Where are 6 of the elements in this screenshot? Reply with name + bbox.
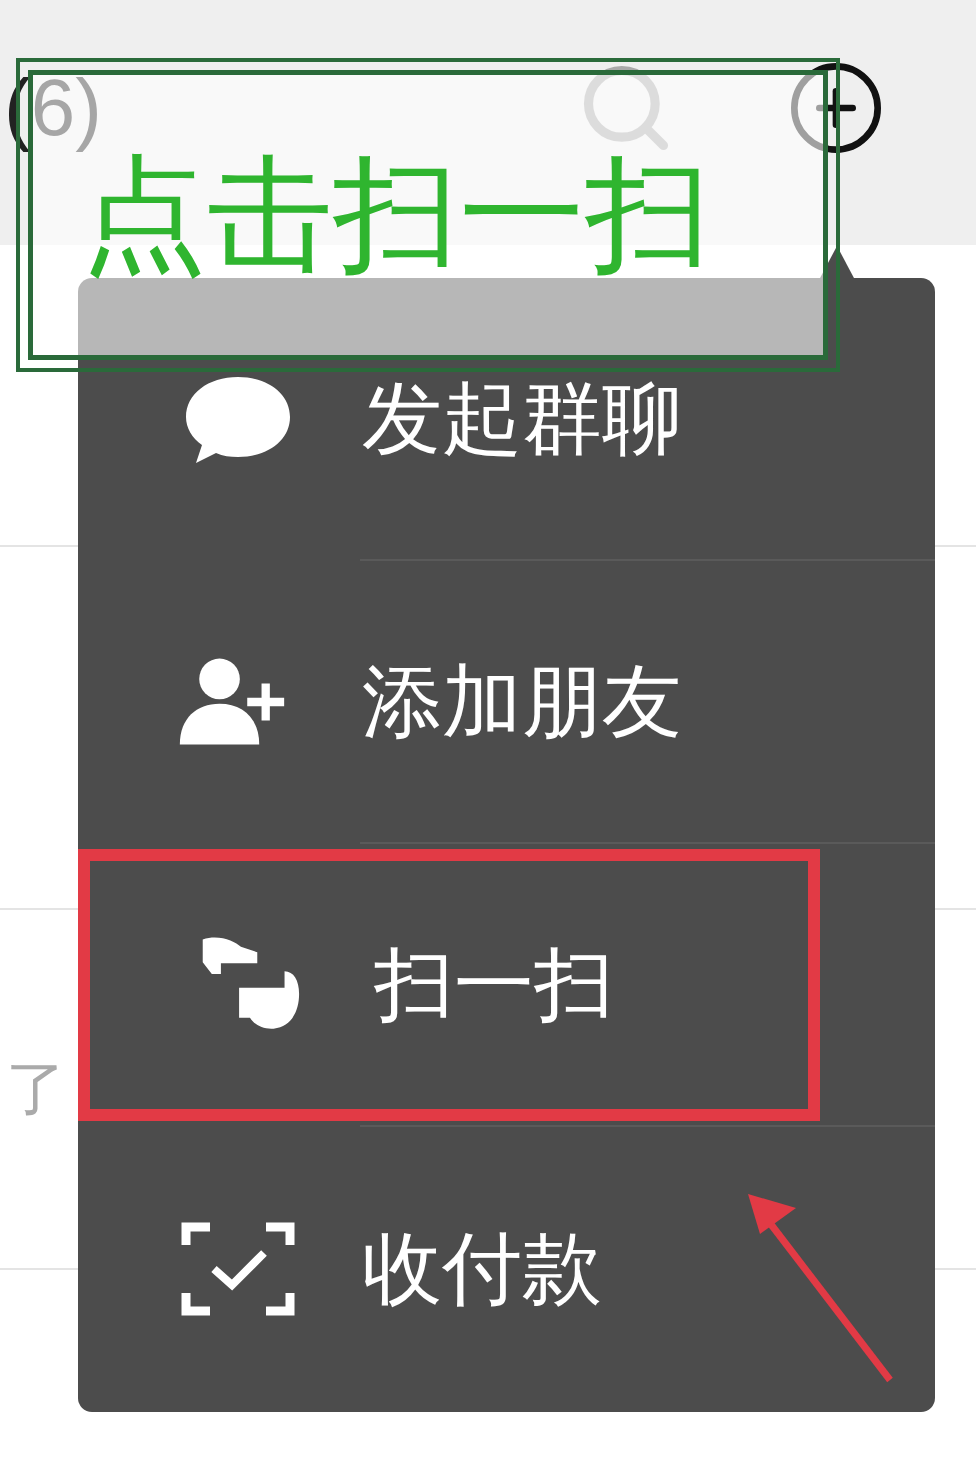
menu-item[interactable]: 发起群聊 [78,282,820,555]
menu-item[interactable]: 扫一扫 [78,848,820,1121]
annotation-label: 点击扫一扫 [81,152,711,278]
menu-item[interactable]: 添加朋友 [78,565,820,838]
menu-item[interactable]: 收付款 [78,1132,820,1405]
message-preview: 了 [5,1054,66,1124]
